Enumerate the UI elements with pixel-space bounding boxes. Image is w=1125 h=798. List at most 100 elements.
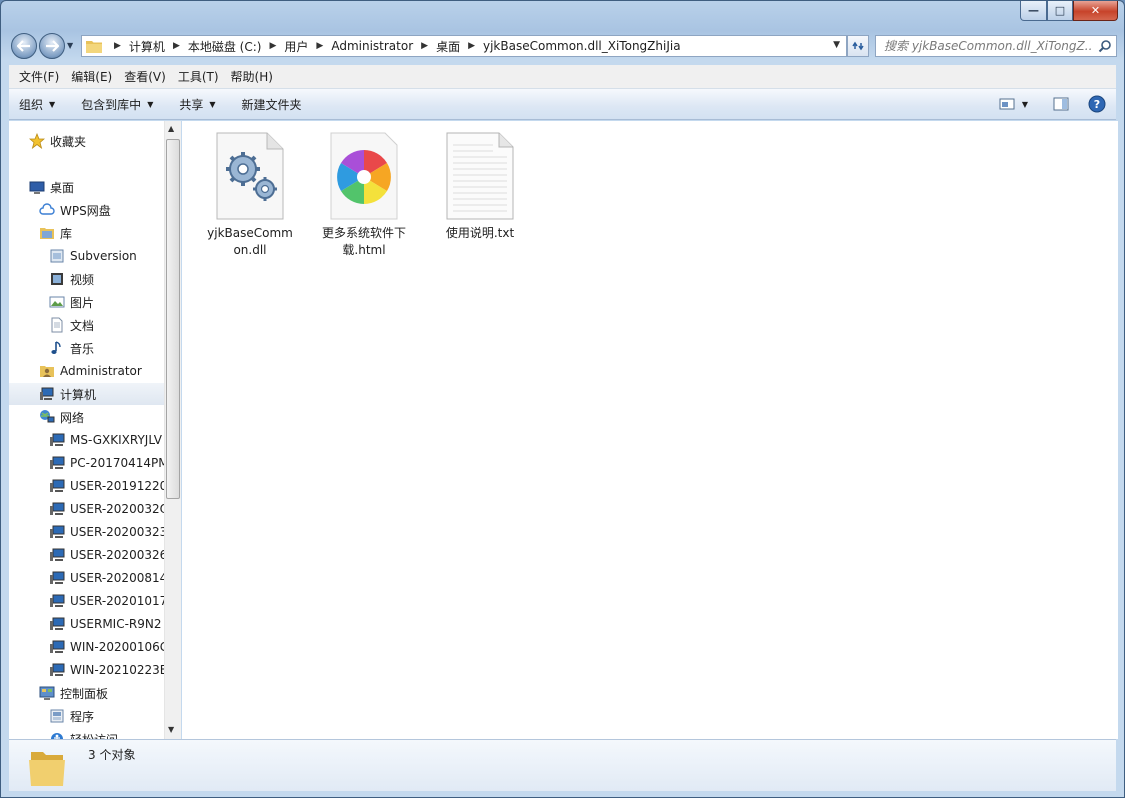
- nav-network[interactable]: 网络: [39, 406, 84, 428]
- view-options-dropdown[interactable]: ▼: [1020, 95, 1030, 113]
- address-bar[interactable]: ▶ 计算机 ▶ 本地磁盘 (C:) ▶ 用户 ▶ Administrator ▶…: [81, 35, 847, 57]
- nav-favorites[interactable]: 收藏夹: [29, 130, 86, 152]
- share-button[interactable]: 共享 ▼: [179, 96, 215, 113]
- network-computer-icon: [49, 616, 65, 632]
- help-button[interactable]: ?: [1088, 95, 1106, 113]
- command-bar: 组织 ▼ 包含到库中 ▼ 共享 ▼ 新建文件夹 ▼ ?: [9, 89, 1116, 120]
- nav-network-computer[interactable]: USER-20200814: [49, 567, 167, 589]
- nav-network-computer[interactable]: USER-20200323: [49, 521, 167, 543]
- nav-desktop[interactable]: 桌面: [29, 176, 74, 198]
- network-computer-icon: [49, 662, 65, 678]
- nav-network-computer[interactable]: USERMIC-R9N2: [49, 613, 162, 635]
- nav-label: 控制面板: [60, 686, 109, 701]
- back-button[interactable]: [11, 33, 37, 59]
- menu-file[interactable]: 文件(F): [13, 68, 65, 85]
- nav-wps-cloud[interactable]: WPS网盘: [39, 199, 111, 221]
- nav-subversion[interactable]: Subversion: [49, 245, 137, 267]
- address-row: ▼ ▶ 计算机 ▶ 本地磁盘 (C:) ▶ 用户 ▶ Administrator…: [9, 31, 1117, 61]
- nav-videos[interactable]: 视频: [49, 268, 94, 290]
- nav-network-computer[interactable]: WIN-20200106G: [49, 636, 169, 658]
- user-folder-icon: [39, 363, 55, 379]
- breadcrumb-separator[interactable]: ▶: [468, 41, 475, 51]
- file-item-html[interactable]: 更多系统软件下载.html: [314, 131, 414, 259]
- nav-libraries[interactable]: 库: [39, 222, 72, 244]
- nav-network-computer[interactable]: WIN-20210223E: [49, 659, 167, 681]
- nav-label: 收藏夹: [50, 134, 87, 149]
- desktop-icon: [29, 179, 45, 195]
- help-icon: ?: [1088, 95, 1106, 113]
- file-name: 更多系统软件下载.html: [321, 226, 406, 257]
- breadcrumb-administrator[interactable]: Administrator: [331, 39, 413, 53]
- organize-button[interactable]: 组织 ▼: [19, 96, 55, 113]
- file-name: 使用说明.txt: [445, 226, 515, 240]
- file-item-txt[interactable]: 使用说明.txt: [430, 131, 530, 242]
- nav-label: 轻松访问: [70, 731, 118, 740]
- close-button[interactable]: ✕: [1073, 1, 1118, 21]
- breadcrumb-separator[interactable]: ▶: [316, 41, 323, 51]
- scroll-down-arrow[interactable]: ▼: [168, 725, 174, 734]
- breadcrumb-desktop[interactable]: 桌面: [436, 38, 460, 55]
- nav-label: WPS网盘: [60, 203, 111, 218]
- refresh-button[interactable]: [847, 35, 869, 57]
- nav-network-computer[interactable]: USER-2020032O: [49, 498, 169, 520]
- network-icon: [39, 409, 55, 425]
- menu-view[interactable]: 查看(V): [118, 68, 172, 85]
- view-controls: ▼ ?: [984, 95, 1106, 113]
- svg-text:?: ?: [1094, 98, 1100, 111]
- menu-tools[interactable]: 工具(T): [172, 68, 225, 85]
- search-icon[interactable]: [1098, 39, 1112, 53]
- recent-pages-dropdown[interactable]: ▼: [67, 41, 77, 51]
- nav-ease-of-access[interactable]: 轻松访问: [49, 728, 118, 739]
- breadcrumb-computer[interactable]: 计算机: [129, 38, 165, 55]
- cloud-icon: [39, 202, 55, 218]
- nav-network-computer[interactable]: USER-20200326: [49, 544, 167, 566]
- search-input[interactable]: [884, 39, 1092, 53]
- nav-network-computer[interactable]: PC-20170414PM: [49, 452, 169, 474]
- nav-label: USER-20191220I: [70, 479, 171, 493]
- file-item-dll[interactable]: yjkBaseCommon.dll: [200, 131, 300, 259]
- nav-network-computer[interactable]: MS-GXKIXRYJLV: [49, 429, 162, 451]
- programs-icon: [49, 708, 65, 724]
- search-box[interactable]: [875, 35, 1117, 57]
- include-in-library-button[interactable]: 包含到库中 ▼: [81, 96, 153, 113]
- nav-administrator[interactable]: Administrator: [39, 360, 142, 382]
- nav-control-panel[interactable]: 控制面板: [39, 682, 108, 704]
- share-label: 共享: [179, 97, 204, 112]
- details-pane: 3 个对象: [9, 739, 1116, 791]
- nav-computer[interactable]: 计算机: [9, 383, 164, 405]
- music-icon: [49, 340, 65, 356]
- preview-pane-button[interactable]: [1052, 95, 1070, 113]
- star-icon: [29, 133, 45, 149]
- menu-edit[interactable]: 编辑(E): [65, 68, 118, 85]
- nav-network-computer[interactable]: USER-20201017I: [49, 590, 171, 612]
- chevron-down-icon: ▼: [147, 99, 154, 109]
- item-count: 3 个对象: [88, 748, 136, 762]
- breadcrumb-users[interactable]: 用户: [284, 38, 308, 55]
- minimize-button[interactable]: —: [1020, 1, 1047, 21]
- nav-programs[interactable]: 程序: [49, 705, 94, 727]
- scrollbar-thumb[interactable]: [166, 139, 180, 499]
- nav-pictures[interactable]: 图片: [49, 291, 94, 313]
- navigation-scrollbar[interactable]: ▲ ▼: [164, 121, 181, 739]
- address-history-dropdown[interactable]: ▼: [833, 40, 840, 50]
- maximize-button[interactable]: □: [1047, 1, 1073, 21]
- nav-label: 桌面: [50, 180, 75, 195]
- nav-label: WIN-20200106G: [70, 640, 170, 654]
- breadcrumb-current-folder[interactable]: yjkBaseCommon.dll_XiTongZhiJia: [483, 39, 681, 53]
- breadcrumb-separator[interactable]: ▶: [269, 41, 276, 51]
- breadcrumb-separator[interactable]: ▶: [173, 41, 180, 51]
- scroll-up-arrow[interactable]: ▲: [168, 124, 174, 133]
- change-view-button[interactable]: [998, 95, 1016, 113]
- menu-help[interactable]: 帮助(H): [225, 68, 279, 85]
- new-folder-button[interactable]: 新建文件夹: [242, 96, 302, 113]
- breadcrumb-separator[interactable]: ▶: [421, 41, 428, 51]
- txt-file-icon: [445, 131, 515, 221]
- nav-documents[interactable]: 文档: [49, 314, 94, 336]
- breadcrumb-local-disk[interactable]: 本地磁盘 (C:): [188, 38, 262, 55]
- nav-network-computer[interactable]: USER-20191220I: [49, 475, 171, 497]
- nav-label: WIN-20210223E: [70, 663, 168, 677]
- folder-icon: [86, 41, 102, 53]
- nav-music[interactable]: 音乐: [49, 337, 94, 359]
- forward-button[interactable]: [39, 33, 65, 59]
- view-icon: [999, 98, 1015, 110]
